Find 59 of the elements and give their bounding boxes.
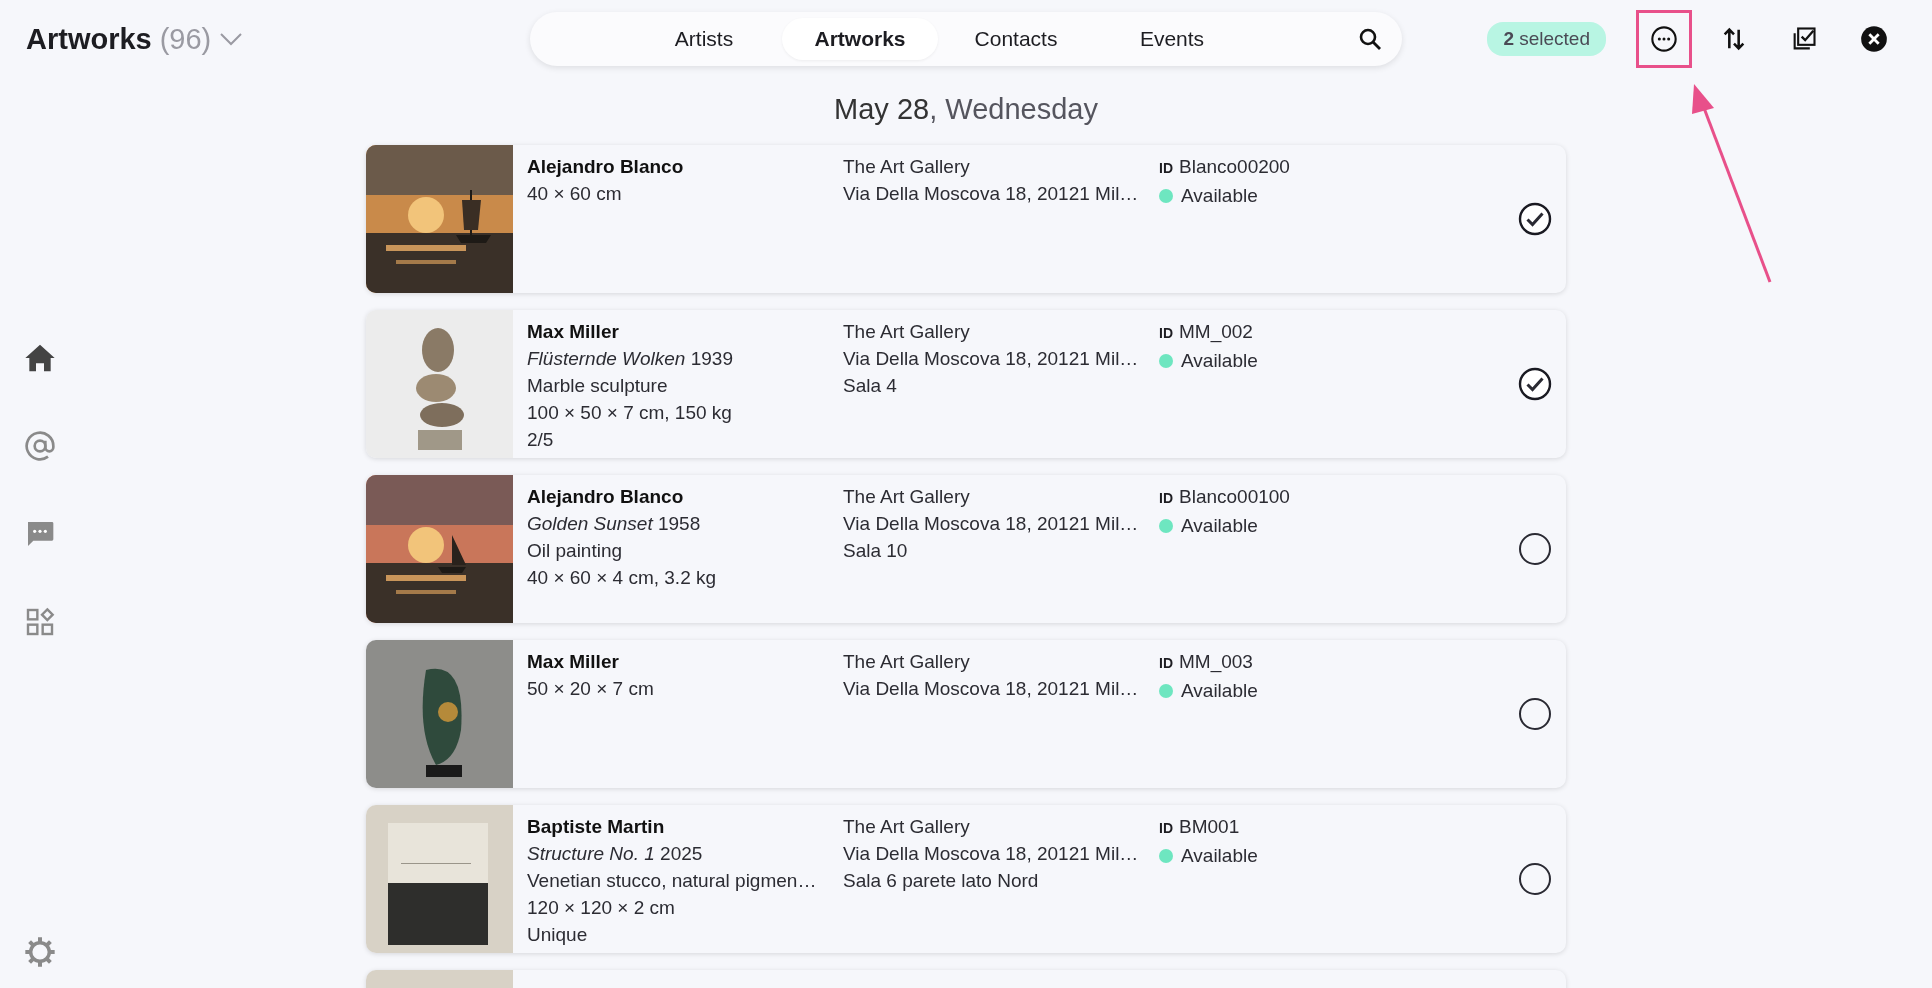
artwork-id: Blanco00100 xyxy=(1179,485,1290,509)
artwork-detail: Golden Sunset 1958 xyxy=(527,512,702,536)
status-text: Available xyxy=(1181,514,1258,538)
artwork-detail: Marble sculpture xyxy=(527,374,669,398)
nav-tab[interactable]: Events xyxy=(1094,18,1250,60)
artwork-detail: Structure No. 1 2025 xyxy=(527,842,704,866)
venue-address: Via Della Moscova 18, 20121 Mil… xyxy=(843,182,1140,206)
id-label: ID xyxy=(1159,324,1173,343)
artwork-id: Blanco00200 xyxy=(1179,155,1290,179)
venue-address: Via Della Moscova 18, 20121 Mil… xyxy=(843,842,1140,866)
id-label: ID xyxy=(1159,654,1173,673)
artwork-id: MM_002 xyxy=(1179,320,1253,345)
artwork-card[interactable]: Alejandro Blanco Golden Sunset 1958 Oil painting 40 × 60 × 4 cm, 3.2 kg The Art Gallery Via Della Moscova 18, 20121 Mil… Sala 10 ID Blanco00100 Available xyxy=(366,475,1566,623)
venue-address: Via Della Moscova 18, 20121 Mil… xyxy=(843,512,1140,536)
artwork-id: MM_003 xyxy=(1179,650,1253,675)
venue-address: Via Della Moscova 18, 20121 Mil… xyxy=(843,677,1140,701)
artist-name: Alejandro Blanco xyxy=(527,485,685,509)
artwork-card[interactable]: Max Miller Flüsternde Wolken 1939 Marble sculpture 100 × 50 × 7 cm, 150 kg 2/5 The Art Gallery Via Della Moscova 18, 20121 Mil… Sala 4 ID MM_002 Available xyxy=(366,310,1566,458)
artwork-id: BM001 xyxy=(1179,815,1240,839)
artist-name: Baptiste Martin xyxy=(527,815,666,839)
artwork-detail: 50 × 20 × 7 cm xyxy=(527,677,655,701)
page-title: Artworks xyxy=(26,22,152,56)
artist-name: Max Miller xyxy=(527,650,620,674)
item-count: (96) xyxy=(159,22,212,56)
artwork-card[interactable]: Max Miller 50 × 20 × 7 cm The Art Gallery Via Della Moscova 18, 20121 Mil… ID MM_003 Available xyxy=(366,640,1566,788)
status-text: Available xyxy=(1181,679,1258,703)
room-name: Sala 6 parete lato Nord xyxy=(843,869,1040,893)
venue-name: The Art Gallery xyxy=(843,320,971,344)
venue-address: Via Della Moscova 18, 20121 Mil… xyxy=(843,347,1140,371)
nav-tab[interactable]: Artworks xyxy=(782,18,938,60)
artwork-detail: 100 × 50 × 7 cm, 150 kg xyxy=(527,401,733,425)
venue-name: The Art Gallery xyxy=(843,155,971,179)
venue-name: The Art Gallery xyxy=(843,815,971,839)
artwork-card[interactable]: Baptiste Martin Structure No. 1 2025 Venetian stucco, natural pigmen… 120 × 120 × 2 cm Unique The Art Gallery Via Della Moscova 18, 20121 Mil… Sala 6 parete lato Nord ID BM001 Available xyxy=(366,805,1566,953)
status-text: Available xyxy=(1181,349,1258,373)
nav-tab[interactable]: Contacts xyxy=(938,18,1094,60)
artwork-card[interactable]: Alejandro Blanco 40 × 60 cm The Art Gallery Via Della Moscova 18, 20121 Mil… ID Blanco00200 Available xyxy=(366,145,1566,293)
artwork-detail: Oil painting xyxy=(527,539,624,563)
artwork-detail: Flüsternde Wolken 1939 xyxy=(527,347,734,371)
selection-badge: 2 selected xyxy=(1487,22,1606,56)
artist-name: Alejandro Blanco xyxy=(527,155,685,179)
id-label: ID xyxy=(1159,489,1173,508)
status-text: Available xyxy=(1181,844,1258,868)
venue-name: The Art Gallery xyxy=(843,485,971,509)
artwork-detail: 40 × 60 × 4 cm, 3.2 kg xyxy=(527,566,718,590)
id-label: ID xyxy=(1159,819,1173,838)
artwork-detail: Venetian stucco, natural pigmen… xyxy=(527,869,818,893)
room-name: Sala 10 xyxy=(843,539,909,563)
artwork-detail: 2/5 xyxy=(527,428,555,452)
artwork-detail: 40 × 60 cm xyxy=(527,182,623,206)
artist-name: Max Miller xyxy=(527,320,620,344)
artwork-detail: Unique xyxy=(527,923,589,947)
id-label: ID xyxy=(1159,159,1173,178)
status-text: Available xyxy=(1181,184,1258,208)
venue-name: The Art Gallery xyxy=(843,650,971,674)
nav-tab[interactable]: Artists xyxy=(626,18,782,60)
artwork-detail: 120 × 120 × 2 cm xyxy=(527,896,676,920)
date-heading: May 28, Wednesday xyxy=(834,93,1098,126)
room-name: Sala 4 xyxy=(843,374,898,398)
